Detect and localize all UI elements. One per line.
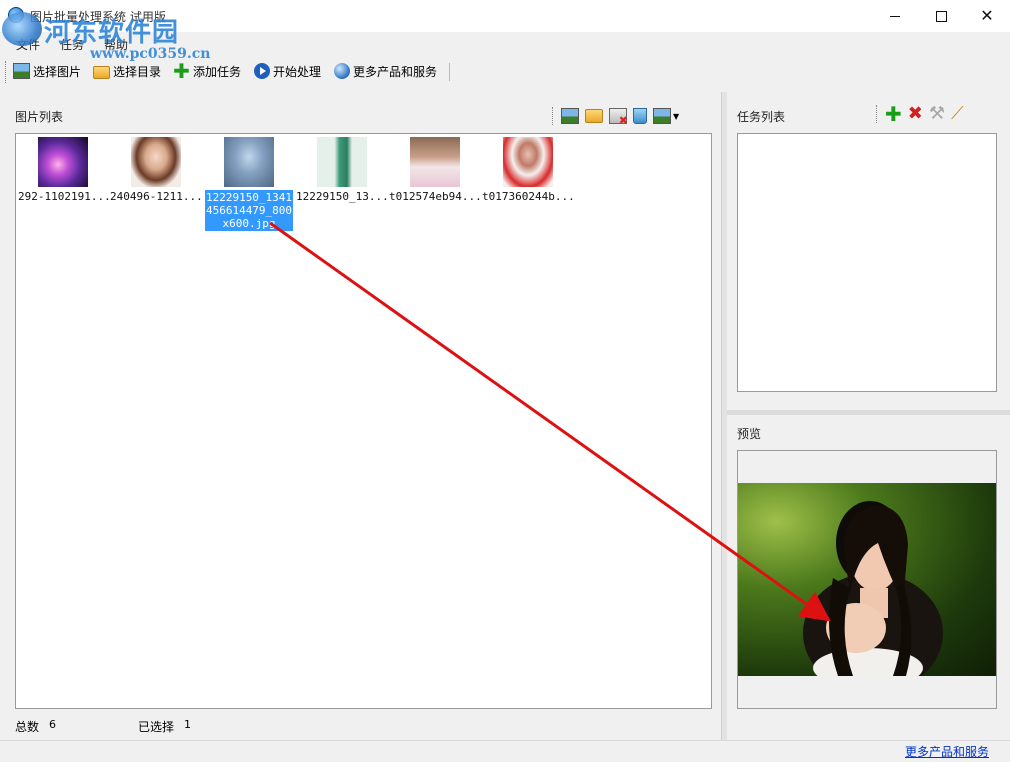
- view-mode-dropdown-icon[interactable]: ▼: [673, 112, 679, 121]
- broom-icon[interactable]: ⟋: [951, 105, 964, 123]
- preview-label: 预览: [737, 427, 762, 441]
- vertical-splitter[interactable]: [721, 92, 727, 740]
- image-thumbnail-4[interactable]: [317, 137, 367, 187]
- preview-photo-drawing: [803, 501, 943, 676]
- select-folder-button[interactable]: 选择目录: [93, 61, 161, 81]
- image-thumbnail-1[interactable]: [38, 137, 88, 187]
- image-filename[interactable]: t017360244b...: [482, 190, 575, 203]
- selected-count-label: 已选择: [138, 720, 175, 734]
- image-filename[interactable]: 292-1102191...: [18, 190, 111, 203]
- task-list-label: 任务列表: [737, 110, 786, 124]
- add-folder-icon[interactable]: [585, 109, 603, 123]
- image-list-label: 图片列表: [15, 110, 64, 124]
- minimize-button[interactable]: [872, 0, 918, 32]
- image-filename[interactable]: 12229150_13...: [296, 190, 389, 203]
- image-list-toolbar: ✖ ▼: [552, 107, 679, 126]
- more-products-link[interactable]: 更多产品和服务: [905, 743, 989, 760]
- watermark-site-name: 河东软件园: [44, 18, 180, 48]
- status-bar: [0, 740, 1010, 762]
- folder-icon: [93, 65, 110, 79]
- more-products-label: 更多产品和服务: [353, 64, 438, 79]
- toolbar-separator: [449, 63, 450, 81]
- delete-task-icon[interactable]: ✖: [908, 105, 923, 123]
- total-count-value: 6: [49, 718, 56, 731]
- add-image-icon[interactable]: [561, 108, 579, 124]
- picture-icon: [13, 63, 30, 79]
- select-image-label: 选择图片: [33, 64, 82, 79]
- image-thumbnail-5[interactable]: [410, 137, 460, 187]
- task-list-box[interactable]: [737, 133, 997, 392]
- image-list-box[interactable]: [15, 133, 712, 709]
- view-mode-icon[interactable]: [653, 108, 671, 124]
- total-count-label: 总数: [15, 720, 40, 734]
- image-thumbnail-3[interactable]: [224, 137, 274, 187]
- close-icon: ✕: [980, 6, 994, 25]
- image-filename[interactable]: 240496-1211...: [110, 190, 203, 203]
- maximize-button[interactable]: [918, 0, 964, 32]
- add-task-label: 添加任务: [193, 64, 242, 79]
- toolbar-grip[interactable]: [5, 61, 8, 83]
- selected-count-value: 1: [184, 718, 191, 731]
- remove-image-icon[interactable]: ✖: [609, 108, 628, 126]
- wrench-icon[interactable]: ⚒: [929, 105, 945, 123]
- image-list-toolbar-grip[interactable]: [552, 107, 555, 125]
- image-filename-selected[interactable]: 12229150_1341456614479_800x600.jpg: [205, 190, 293, 231]
- play-icon: [254, 63, 270, 79]
- watermark-logo: [2, 12, 42, 46]
- minimize-icon: [890, 15, 900, 17]
- start-process-button[interactable]: 开始处理: [254, 61, 321, 81]
- image-thumbnail-2[interactable]: [131, 137, 181, 187]
- maximize-icon: [935, 10, 947, 22]
- start-process-label: 开始处理: [273, 64, 322, 79]
- select-folder-label: 选择目录: [113, 64, 162, 79]
- globe-icon: [334, 63, 350, 79]
- add-task-button[interactable]: ✚ 添加任务: [173, 61, 241, 81]
- image-thumbnail-6[interactable]: [503, 137, 553, 187]
- horizontal-splitter[interactable]: [727, 410, 1010, 415]
- task-list-toolbar-grip[interactable]: [876, 105, 879, 123]
- select-image-button[interactable]: 选择图片: [13, 61, 81, 81]
- task-list-toolbar: ✚ ✖ ⚒ ⟋: [876, 104, 964, 124]
- image-filename[interactable]: t012574eb94...: [389, 190, 482, 203]
- preview-image: [738, 483, 996, 676]
- add-task-icon[interactable]: ✚: [885, 104, 902, 124]
- plus-icon: ✚: [173, 59, 190, 83]
- more-products-button[interactable]: 更多产品和服务: [334, 61, 437, 81]
- trash-icon[interactable]: [633, 108, 647, 124]
- close-button[interactable]: ✕: [964, 0, 1010, 32]
